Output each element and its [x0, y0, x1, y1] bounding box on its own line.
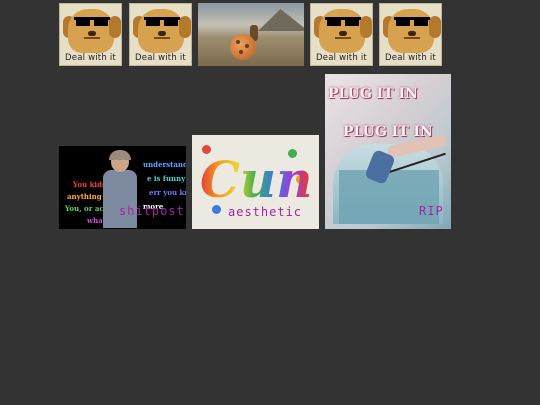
meme-text-line: You kids [73, 180, 106, 189]
gallery-item-deal-with-it-1[interactable]: Deal with it [59, 3, 122, 66]
tag-label: shitpost [119, 204, 185, 218]
meme-headline: PLUG IT IN [328, 86, 418, 102]
meme-caption: Deal with it [135, 53, 186, 63]
meme-text-line: err you know [149, 188, 186, 197]
gallery-item-landspeeder[interactable] [198, 3, 304, 66]
gallery-item-deal-with-it-3[interactable]: Deal with it [310, 3, 373, 66]
gallery-item-deal-with-it-4[interactable]: Deal with it [379, 3, 442, 66]
meme-caption: Deal with it [385, 53, 436, 63]
gallery-item-shitpost[interactable]: You kids anything You, or actual what un… [59, 146, 186, 229]
mountain-shape [258, 9, 304, 31]
gallery-item-rip[interactable]: PLUG IT IN PLUG IT IN RIP [325, 74, 451, 229]
tag-label: RIP [419, 204, 444, 218]
meme-text-line: e is funny to [147, 174, 186, 183]
gallery-item-aesthetic[interactable]: Cunt aesthetic [192, 135, 319, 229]
meme-text-line: understand that [143, 160, 186, 169]
dog-ear [109, 16, 121, 38]
meme-caption: Deal with it [316, 53, 367, 63]
meme-caption: Deal with it [65, 53, 116, 63]
meme-headline: PLUG IT IN [343, 124, 433, 140]
gallery-item-deal-with-it-2[interactable]: Deal with it [129, 3, 192, 66]
meme-text-line: anything [67, 192, 102, 201]
tag-label: aesthetic [228, 205, 303, 219]
orb-vehicle [230, 34, 256, 60]
